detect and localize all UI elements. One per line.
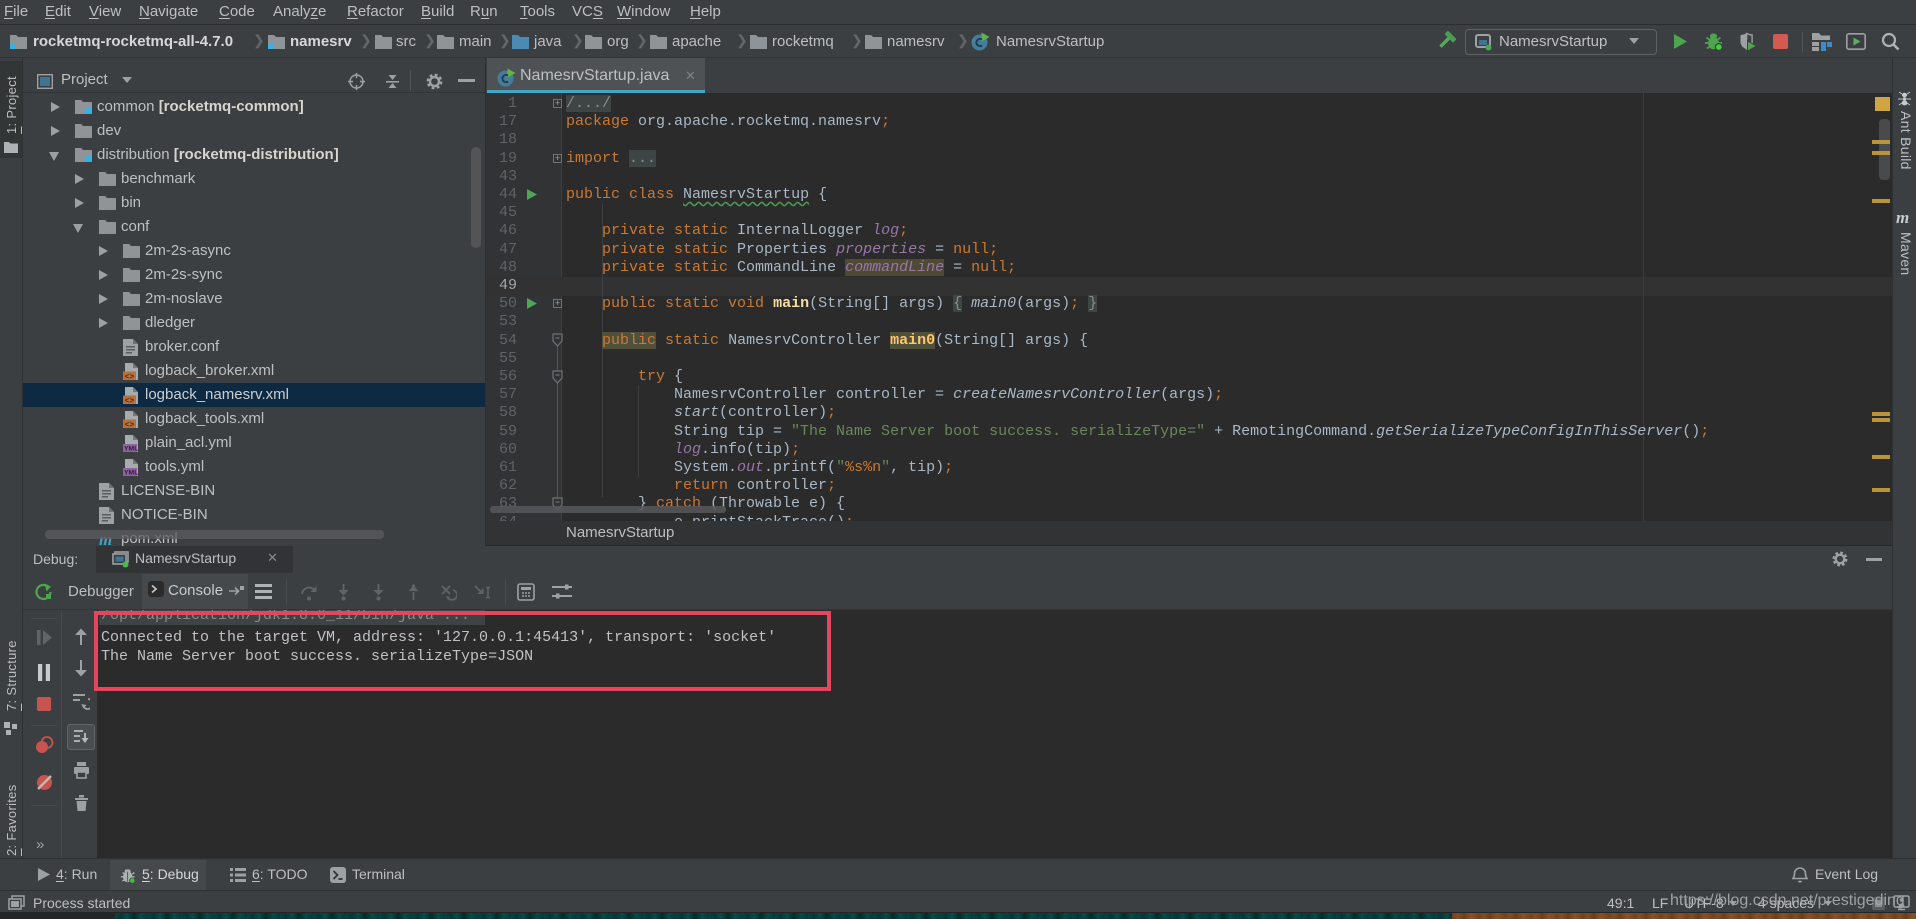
svg-text:<>: <> bbox=[125, 373, 135, 380]
svg-text:YML: YML bbox=[124, 446, 138, 452]
svg-text:<>: <> bbox=[125, 397, 135, 404]
svg-text:YML: YML bbox=[124, 470, 138, 476]
svg-text:<>: <> bbox=[125, 421, 135, 428]
